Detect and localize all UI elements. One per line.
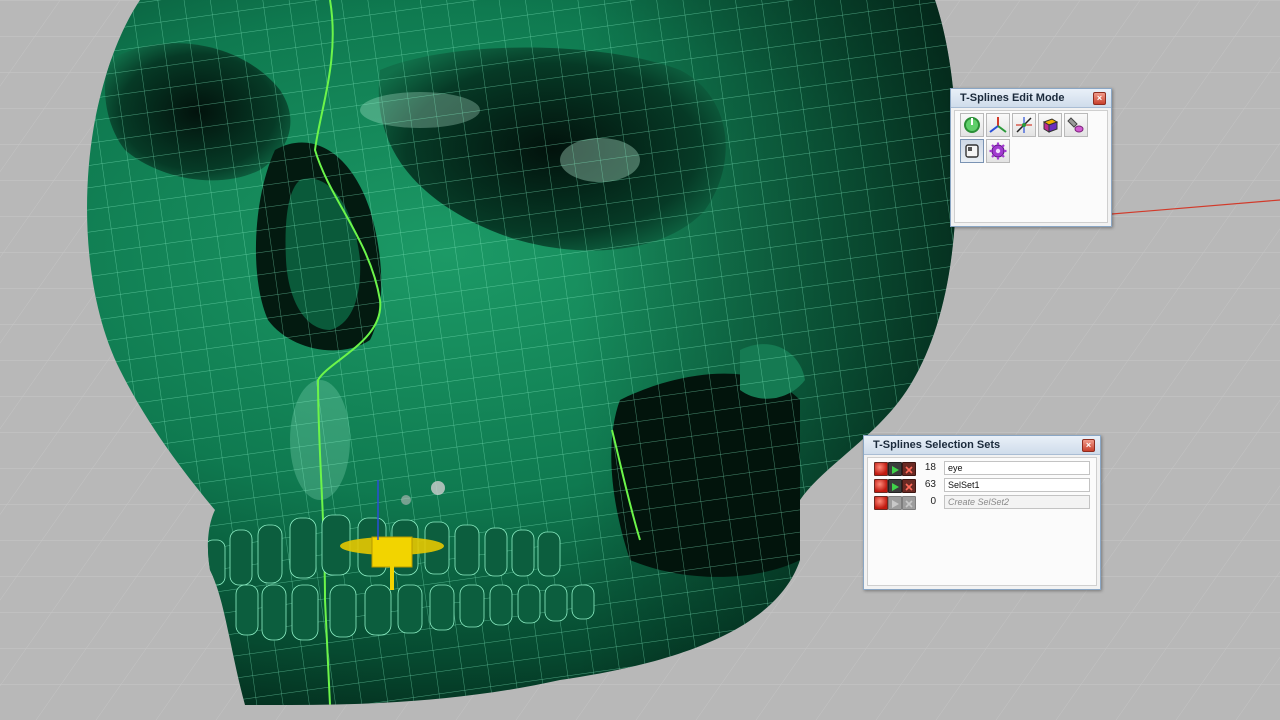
gear-settings-icon[interactable] — [986, 139, 1010, 163]
delete-x-icon[interactable] — [902, 462, 916, 476]
power-toggle-icon[interactable] — [960, 113, 984, 137]
selection-set-row: 18 — [874, 460, 1090, 476]
set-count: 0 — [930, 496, 936, 507]
delete-x-icon[interactable] — [902, 479, 916, 493]
brush-paint-icon[interactable] — [1064, 113, 1088, 137]
transform-gumball-icon[interactable] — [1012, 113, 1036, 137]
face-mode-icon[interactable] — [960, 139, 984, 163]
selection-set-row: 63 — [874, 477, 1090, 493]
cube-vertex-icon[interactable] — [1038, 113, 1062, 137]
selection-sets-close-icon[interactable]: × — [1082, 439, 1095, 452]
set-name-field[interactable] — [944, 478, 1090, 492]
select-set-icon[interactable] — [874, 462, 888, 476]
3d-viewport[interactable]: T-Splines Edit Mode × T-Splines Selectio… — [0, 0, 1280, 720]
edit-mode-title-text: T-Splines Edit Mode — [960, 92, 1065, 104]
selection-sets-panel-title: T-Splines Selection Sets × — [864, 436, 1100, 455]
new-set-name-field[interactable] — [944, 495, 1090, 509]
selection-sets-list: 18 63 0 — [867, 457, 1097, 586]
edit-mode-panel-title: T-Splines Edit Mode × — [951, 89, 1111, 108]
selection-sets-title-text: T-Splines Selection Sets — [873, 439, 1001, 451]
play-icon[interactable] — [888, 479, 902, 493]
set-count: 18 — [924, 462, 936, 473]
select-set-icon[interactable] — [874, 496, 888, 510]
manipulator-axes-icon[interactable] — [986, 113, 1010, 137]
play-icon-disabled — [888, 496, 902, 510]
selection-sets-panel: T-Splines Selection Sets × 18 63 — [863, 435, 1101, 590]
set-count: 63 — [924, 479, 936, 490]
selection-set-row-new: 0 — [874, 494, 1090, 510]
play-icon[interactable] — [888, 462, 902, 476]
set-name-field[interactable] — [944, 461, 1090, 475]
select-set-icon[interactable] — [874, 479, 888, 493]
edit-mode-toolbar — [954, 110, 1108, 223]
edit-mode-close-icon[interactable]: × — [1093, 92, 1106, 105]
delete-x-icon-disabled — [902, 496, 916, 510]
edit-mode-panel: T-Splines Edit Mode × — [950, 88, 1112, 227]
